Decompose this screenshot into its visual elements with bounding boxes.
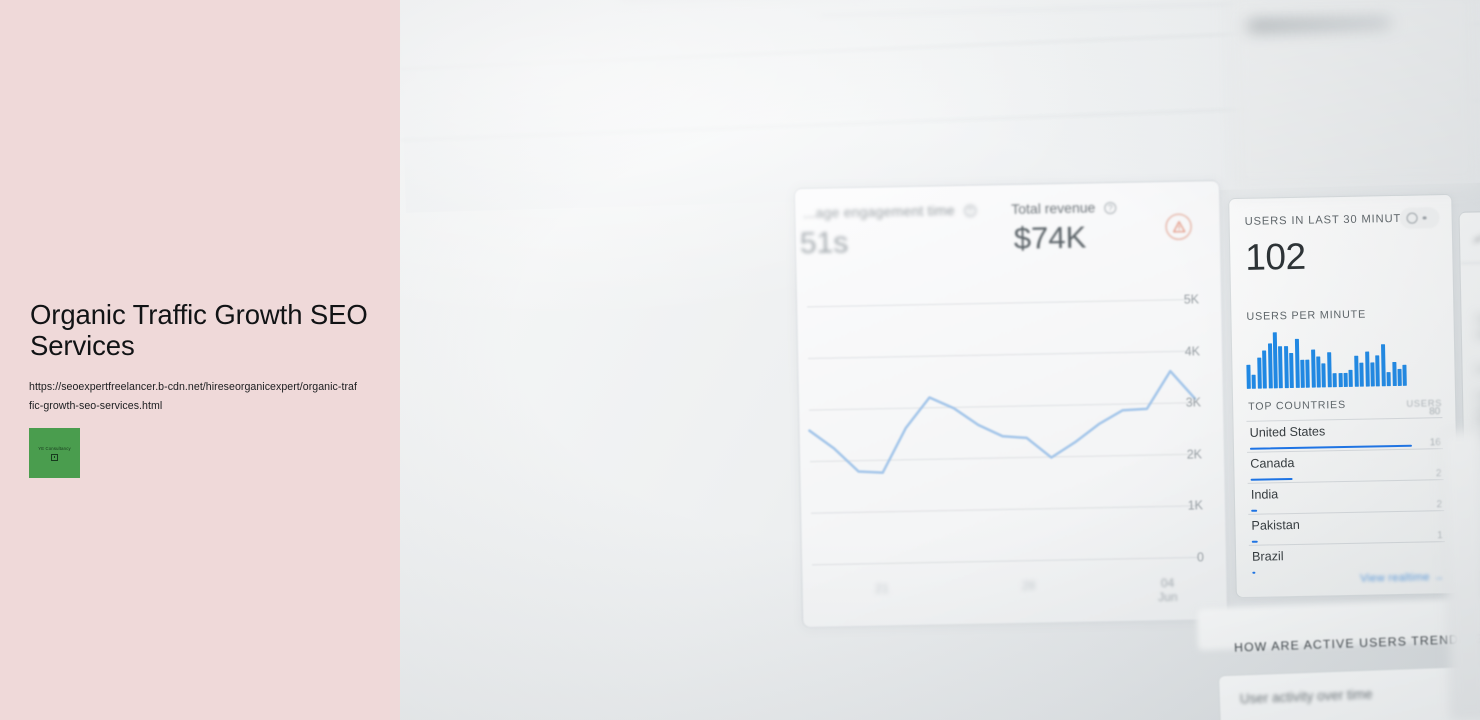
x-axis-tick: 04 Jun — [1158, 575, 1178, 605]
bar — [1300, 359, 1305, 388]
bar — [1246, 364, 1251, 389]
bar — [1370, 361, 1375, 387]
total-revenue-label: Total revenue ? — [1011, 199, 1117, 217]
bar — [1262, 349, 1268, 389]
engagement-time-text: ...age engagement time — [803, 202, 955, 221]
y-axis-tick: 3K — [1185, 395, 1202, 410]
country-bar — [1250, 477, 1293, 481]
logo[interactable]: YE Consultancy — [29, 428, 80, 478]
bar — [1310, 349, 1316, 388]
bar — [1327, 352, 1332, 388]
x-axis-tick: 28 — [1021, 578, 1036, 593]
top-countries-list: United States 80 Canada 16 India 2 Pakistan 2 Br… — [1229, 195, 1451, 576]
country-name: United States — [1249, 424, 1326, 440]
revenue-line-chart: 0 1K 2K 3K 4K 5K 21 28 04 Jun — [801, 285, 1225, 623]
y-axis-tick: 2K — [1186, 447, 1203, 462]
bar — [1397, 368, 1402, 386]
bar — [1348, 369, 1354, 387]
y-axis-tick: 4K — [1184, 343, 1201, 359]
bar — [1316, 355, 1321, 388]
insights-divider — [1460, 259, 1480, 264]
country-bar — [1252, 571, 1256, 574]
insights-line-2: In the meantime, you can explore — [1476, 361, 1480, 376]
realtime-active-users-value: 102 — [1244, 235, 1306, 278]
revenue-card: ...age engagement time ? 51s Total reven… — [793, 179, 1229, 629]
x-axis-tick: 21 — [875, 581, 889, 596]
logo-text: YE Consultancy — [38, 445, 71, 451]
total-revenue-text: Total revenue — [1011, 199, 1096, 217]
y-axis-tick: 0 — [1196, 550, 1205, 565]
bar — [1354, 355, 1359, 387]
bar — [1267, 342, 1273, 389]
engagement-time-label: ...age engagement time ? — [803, 202, 976, 221]
logo-glyph-icon — [51, 453, 58, 461]
realtime-title: USERS IN LAST 30 MINUTES — [1244, 212, 1418, 228]
bar — [1294, 338, 1300, 388]
bar — [1332, 373, 1338, 388]
country-bar — [1251, 509, 1258, 512]
country-users-value: 1 — [1437, 530, 1443, 542]
bar — [1305, 359, 1311, 388]
bar — [1375, 354, 1381, 387]
country-users-value: 16 — [1429, 437, 1442, 449]
realtime-card: USERS IN LAST 30 MINUTES 102 USERS PER M… — [1228, 193, 1460, 599]
country-row[interactable]: Brazil 1 — [1248, 530, 1446, 576]
screenshot-canvas: ...age engagement time ? 51s Total reven… — [0, 0, 1480, 720]
country-row[interactable]: India 2 — [1247, 468, 1445, 514]
top-countries-header: TOP COUNTRIES — [1248, 398, 1347, 413]
bar — [1359, 362, 1365, 387]
country-users-value: 2 — [1435, 468, 1442, 480]
engagement-time-value: 51s — [799, 226, 849, 261]
y-axis-tick: 5K — [1183, 292, 1200, 307]
country-users-value: 2 — [1436, 499, 1443, 511]
realtime-options[interactable] — [1399, 207, 1440, 229]
page-url[interactable]: https://seoexpertfreelancer.b-cdn.net/hi… — [29, 378, 359, 416]
country-row[interactable]: United States 80 — [1246, 406, 1444, 452]
view-realtime-label: View realtime — [1360, 571, 1430, 585]
country-name: Brazil — [1251, 549, 1284, 564]
bar — [1289, 352, 1294, 389]
bar — [1338, 373, 1343, 388]
user-activity-card: User activity over time — [1217, 660, 1480, 720]
bar — [1380, 344, 1386, 387]
y-axis-tick: 1K — [1187, 498, 1204, 514]
help-icon[interactable]: ? — [963, 204, 976, 217]
country-bar — [1251, 540, 1259, 543]
country-name: India — [1250, 487, 1279, 502]
bar — [1343, 372, 1348, 388]
country-name: Canada — [1250, 455, 1295, 471]
insights-spark-icon — [1473, 234, 1480, 243]
bar — [1257, 357, 1262, 389]
insights-line-1: Your insights will appear here soon — [1475, 311, 1480, 341]
bar — [1402, 364, 1408, 386]
help-circle-icon[interactable] — [1406, 212, 1418, 224]
bar — [1278, 346, 1284, 389]
users-per-minute-label: USERS PER MINUTE — [1246, 308, 1367, 323]
bar — [1391, 361, 1397, 387]
left-info-panel: Organic Traffic Growth SEO Services http… — [0, 0, 400, 720]
help-icon[interactable]: ? — [1104, 201, 1117, 215]
page-title: Organic Traffic Growth SEO Services — [30, 299, 368, 361]
line-chart-svg — [807, 298, 1198, 566]
bar — [1364, 351, 1370, 387]
warning-triangle-icon[interactable] — [1165, 213, 1192, 240]
more-dot-icon[interactable] — [1422, 216, 1427, 220]
bar — [1283, 346, 1289, 389]
country-row[interactable]: Pakistan 2 — [1248, 499, 1445, 545]
bar — [1251, 374, 1257, 389]
analytics-dashboard-photo: ...age engagement time ? 51s Total reven… — [400, 0, 1480, 720]
bar — [1386, 372, 1391, 387]
user-activity-subheading: User activity over time — [1239, 686, 1373, 707]
users-per-minute-bar-chart — [1246, 327, 1439, 389]
view-realtime-link[interactable]: View realtime → — [1360, 571, 1445, 585]
country-row[interactable]: Canada 16 — [1247, 437, 1444, 483]
insights-header: Insights — [1473, 231, 1480, 244]
bar — [1321, 362, 1327, 388]
total-revenue-value: $74K — [1013, 219, 1087, 256]
bar — [1272, 332, 1278, 389]
country-name: Pakistan — [1251, 517, 1300, 533]
country-users-value: 80 — [1429, 406, 1441, 418]
